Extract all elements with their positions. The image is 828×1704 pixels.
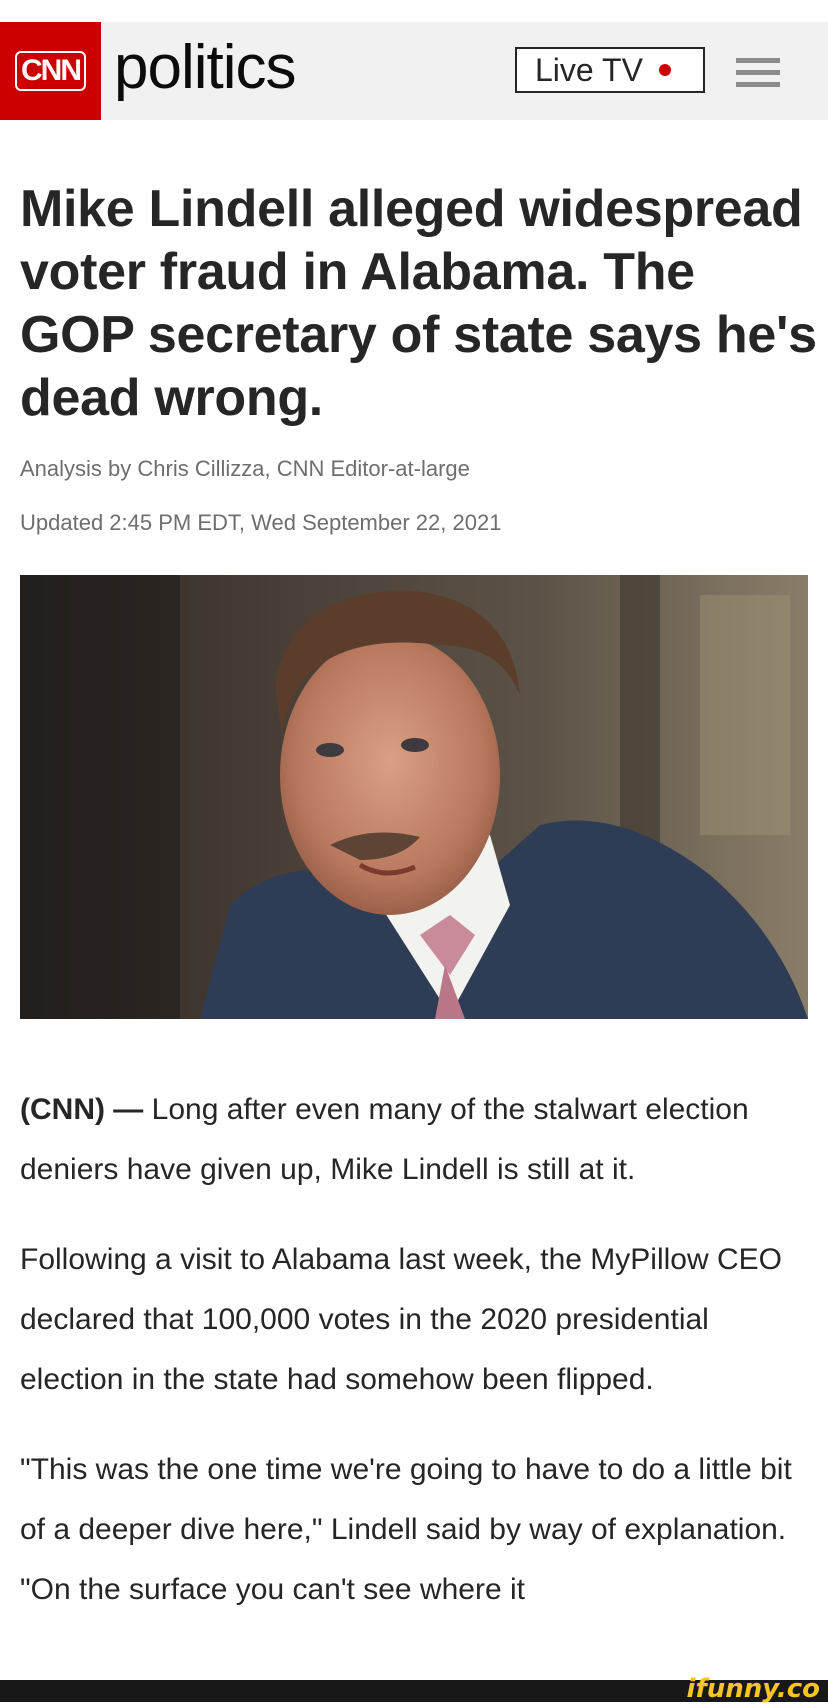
cnn-logo[interactable]: CNN xyxy=(0,22,101,120)
article-timestamp: Updated 2:45 PM EDT, Wed September 22, 2… xyxy=(20,510,502,535)
article-body: (CNN) — Long after even many of the stal… xyxy=(20,1080,820,1650)
dateline: (CNN) — xyxy=(20,1093,144,1126)
article-paragraph: (CNN) — Long after even many of the stal… xyxy=(20,1080,820,1200)
cnn-logo-text: CNN xyxy=(15,51,86,91)
article-paragraph: Following a visit to Alabama last week, … xyxy=(20,1243,782,1396)
top-strip xyxy=(0,0,828,22)
live-tv-label: Live TV xyxy=(535,51,643,88)
section-name[interactable]: politics xyxy=(114,28,297,108)
menu-bar xyxy=(736,58,780,63)
menu-bar xyxy=(736,82,780,87)
article-paragraph: "This was the one time we're going to ha… xyxy=(20,1453,792,1606)
site-header: CNN politics Live TV xyxy=(0,22,828,120)
live-indicator-icon xyxy=(658,64,671,76)
portrait-image xyxy=(20,575,808,1019)
watermark-bar: ifunny.co xyxy=(0,1674,828,1704)
article-photo[interactable] xyxy=(20,575,808,1019)
hamburger-menu-icon[interactable] xyxy=(736,58,780,88)
article-byline: Analysis by Chris Cillizza, CNN Editor-a… xyxy=(20,456,470,481)
live-tv-button[interactable]: Live TV xyxy=(515,47,705,93)
menu-bar xyxy=(736,70,780,75)
article-headline: Mike Lindell alleged widespread voter fr… xyxy=(20,180,817,427)
ifunny-watermark: ifunny.co xyxy=(686,1674,820,1704)
